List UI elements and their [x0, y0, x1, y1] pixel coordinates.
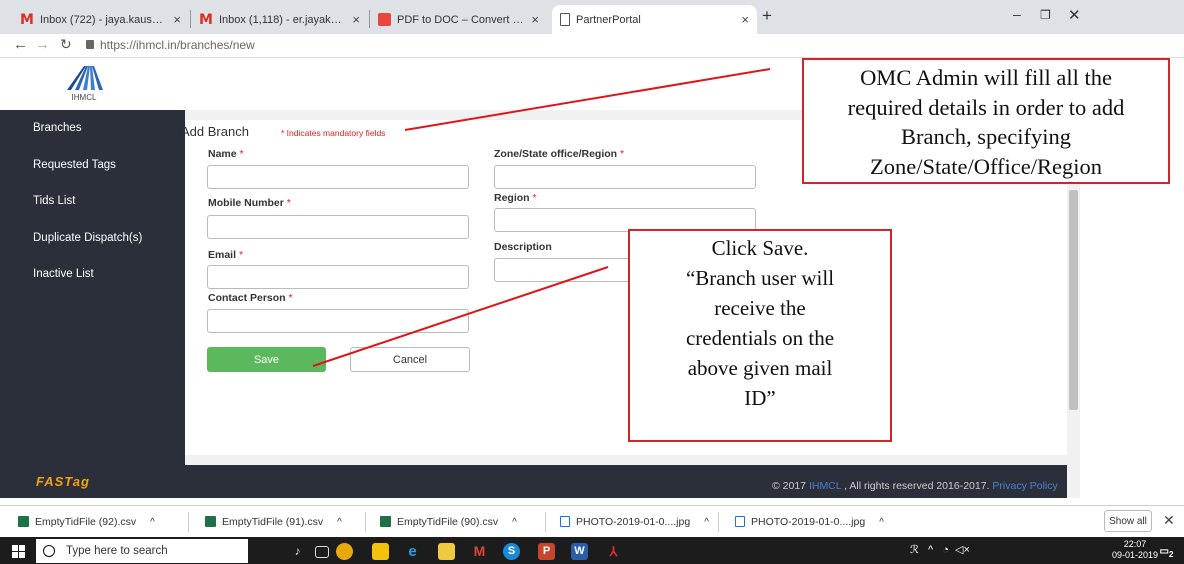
download-item[interactable]: EmptyTidFile (91).csv ^ — [205, 516, 342, 528]
annotation-callout-click-save: Click Save. “Branch user will receive th… — [628, 229, 892, 442]
gmail-icon: M — [199, 11, 213, 28]
annotation-callout-fill-details: OMC Admin will fill all the required det… — [802, 58, 1170, 184]
chrome-icon[interactable] — [336, 543, 353, 560]
browser-tab-1[interactable]: M Inbox (722) - jaya.kaushik@ihmcl × — [12, 5, 189, 34]
skype-icon[interactable]: S — [503, 543, 520, 560]
privacy-policy-link[interactable]: Privacy Policy — [992, 480, 1057, 492]
url-input[interactable]: https://ihmcl.in/branches/new — [100, 38, 255, 52]
save-button[interactable]: Save — [207, 347, 326, 372]
download-item[interactable]: PHOTO-2019-01-0....jpg ^ — [560, 516, 709, 528]
file-explorer-icon[interactable] — [438, 543, 455, 560]
store-icon[interactable] — [372, 543, 389, 560]
tab-title: PartnerPortal — [576, 13, 641, 26]
sidebar-item-inactive-list[interactable]: Inactive List — [33, 268, 94, 280]
page-title: Add Branch — [181, 124, 249, 139]
clock-date: 09-01-2019 — [1112, 550, 1159, 560]
excel-icon — [18, 516, 29, 527]
sidebar-item-branches[interactable]: Branches — [33, 122, 82, 134]
microphone-icon[interactable]: ♪ — [289, 543, 306, 560]
close-window-icon[interactable]: ✕ — [1068, 6, 1081, 24]
forward-icon[interactable]: → — [35, 36, 50, 53]
chevron-up-icon: ^ — [879, 517, 884, 528]
download-item[interactable]: EmptyTidFile (90).csv ^ — [380, 516, 517, 528]
contact-person-label: Contact Person * — [208, 292, 293, 304]
region-label: Region * — [494, 192, 537, 204]
pdf-icon — [378, 13, 391, 26]
image-file-icon — [560, 516, 570, 527]
reload-icon[interactable]: ↻ — [60, 36, 72, 53]
clock-time: 22:07 — [1123, 539, 1147, 549]
system-tray[interactable]: ℛ ^ ◔ ◁× — [910, 543, 970, 556]
description-label: Description — [494, 241, 552, 253]
tab-title: PDF to DOC – Convert PDF to Wo — [397, 13, 525, 26]
document-icon — [560, 13, 570, 26]
mobile-number-input[interactable] — [207, 215, 469, 239]
scrollbar-thumb[interactable] — [1069, 190, 1078, 410]
excel-icon — [380, 516, 391, 527]
chevron-up-icon: ^ — [337, 517, 342, 528]
browser-tab-bar: M Inbox (722) - jaya.kaushik@ihmcl × M I… — [0, 0, 1184, 34]
close-tab-icon[interactable]: × — [352, 12, 360, 27]
browser-tab-3[interactable]: PDF to DOC – Convert PDF to Wo × — [370, 5, 547, 34]
email-label: Email * — [208, 249, 244, 261]
maximize-icon[interactable]: ❐ — [1040, 8, 1051, 22]
acrobat-icon[interactable]: ⅄ — [605, 543, 622, 560]
mobile-number-label: Mobile Number * — [208, 197, 291, 209]
name-input[interactable] — [207, 165, 469, 189]
address-bar: ← → ↻ https://ihmcl.in/branches/new — [0, 34, 1184, 58]
cancel-button[interactable]: Cancel — [350, 347, 470, 372]
chevron-up-icon: ^ — [512, 517, 517, 528]
close-tab-icon[interactable]: × — [173, 12, 181, 27]
ihmcl-logo: IHMCL — [67, 66, 103, 102]
taskbar-search-placeholder: Type here to search — [66, 545, 168, 557]
back-icon[interactable]: ← — [13, 36, 28, 53]
contact-person-input[interactable] — [207, 309, 469, 333]
image-file-icon — [735, 516, 745, 527]
close-tab-icon[interactable]: × — [741, 12, 749, 27]
chevron-up-icon: ^ — [150, 517, 155, 528]
gmail-icon: M — [20, 11, 34, 28]
zone-label: Zone/State office/Region * — [494, 148, 625, 160]
minimize-icon[interactable]: – — [1013, 6, 1021, 22]
fastag-logo: FASTag — [36, 474, 90, 489]
notification-icon[interactable]: ▭2 — [1158, 543, 1175, 560]
tab-title: Inbox (1,118) - er.jayakaushik150 — [218, 13, 346, 26]
sidebar-item-tids-list[interactable]: Tids List — [33, 195, 75, 207]
close-downloads-icon[interactable]: ✕ — [1163, 512, 1175, 529]
new-tab-icon[interactable]: + — [762, 6, 772, 26]
download-item[interactable]: EmptyTidFile (92).csv ^ — [18, 516, 155, 528]
cortana-icon — [43, 545, 55, 557]
sidebar-item-requested-tags[interactable]: Requested Tags — [33, 159, 116, 171]
mail-icon[interactable]: M — [471, 543, 488, 560]
download-item[interactable]: PHOTO-2019-01-0....jpg ^ — [735, 516, 884, 528]
mandatory-note: * Indicates mandatory fields — [281, 128, 386, 138]
copyright-text: © 2017 IHMCL , All rights reserved 2016-… — [772, 480, 1058, 492]
email-input[interactable] — [207, 265, 469, 289]
name-label: Name * — [208, 148, 244, 160]
chevron-up-icon: ^ — [704, 517, 709, 528]
lock-icon — [86, 40, 94, 49]
edge-icon[interactable]: e — [404, 543, 421, 560]
powerpoint-icon[interactable]: P — [538, 543, 555, 560]
browser-tab-2[interactable]: M Inbox (1,118) - er.jayakaushik150 × — [191, 5, 368, 34]
close-tab-icon[interactable]: × — [531, 12, 539, 27]
word-icon[interactable]: W — [571, 543, 588, 560]
task-view-icon[interactable] — [315, 546, 329, 558]
browser-tab-4[interactable]: PartnerPortal × — [552, 5, 757, 34]
ihmcl-link[interactable]: IHMCL — [809, 480, 841, 492]
taskbar-search[interactable]: Type here to search — [36, 539, 248, 563]
sidebar-item-duplicate-dispatch[interactable]: Duplicate Dispatch(s) — [33, 232, 142, 244]
excel-icon — [205, 516, 216, 527]
show-all-downloads-button[interactable]: Show all — [1104, 510, 1152, 532]
windows-start-icon[interactable] — [12, 545, 25, 558]
logo-text: IHMCL — [72, 93, 97, 102]
taskbar-clock[interactable]: 22:07 09-01-2019 — [1112, 539, 1158, 561]
zone-input[interactable] — [494, 165, 756, 189]
tab-title: Inbox (722) - jaya.kaushik@ihmcl — [39, 13, 167, 26]
